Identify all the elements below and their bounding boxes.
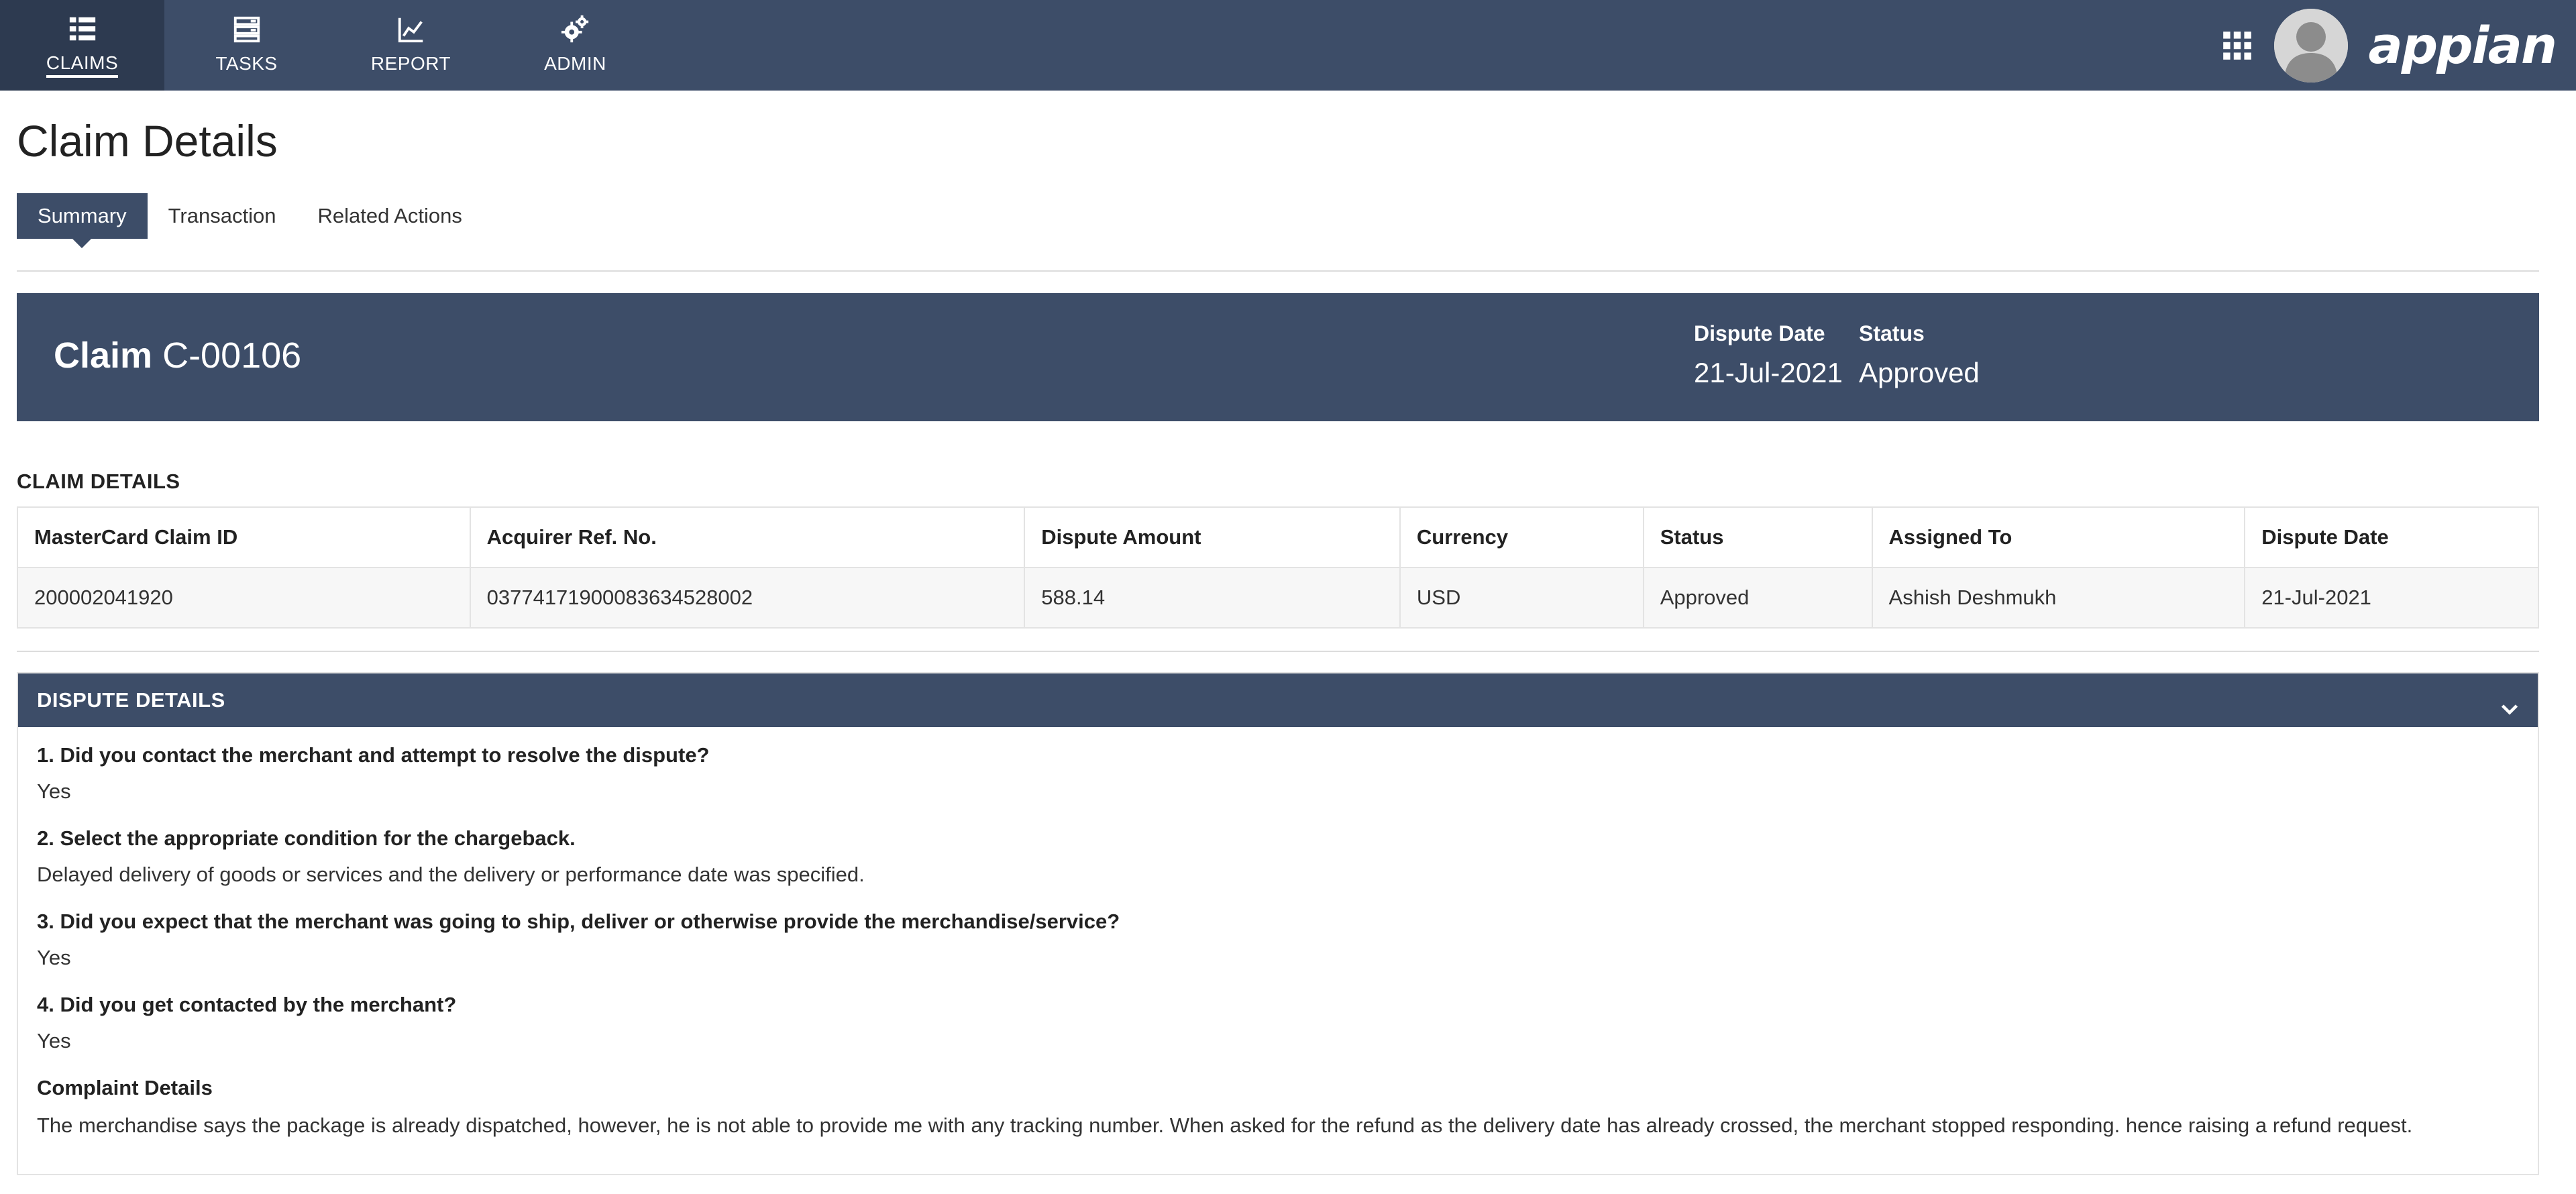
column-header: MasterCard Claim ID xyxy=(17,506,471,568)
question-3: 3. Did you expect that the merchant was … xyxy=(37,910,1120,933)
user-avatar-icon[interactable] xyxy=(2274,8,2349,83)
nav-item-label: ADMIN xyxy=(544,52,606,74)
header-divider xyxy=(17,270,2539,272)
table-cell: 21-Jul-2021 xyxy=(2244,567,2539,629)
claim-id: C-00106 xyxy=(162,335,302,376)
dispute-details-title: DISPUTE DETAILS xyxy=(37,688,225,712)
table-cell: Ashish Deshmukh xyxy=(1871,567,2246,629)
dispute-details-header[interactable]: DISPUTE DETAILS xyxy=(18,673,2538,727)
dispute-details-panel: DISPUTE DETAILS 1. Did you contact the m… xyxy=(17,672,2539,1175)
answer-2: Delayed delivery of goods or services an… xyxy=(37,863,865,886)
column-header: Assigned To xyxy=(1871,506,2246,568)
table-cell: Approved xyxy=(1642,567,1873,629)
table-header-row: MasterCard Claim ID Acquirer Ref. No. Di… xyxy=(17,506,2539,568)
claim-details-heading: CLAIM DETAILS xyxy=(17,470,180,493)
banner-status: Status Approved xyxy=(1859,320,1980,391)
nav-item-tasks[interactable]: TASKS xyxy=(164,0,329,91)
table-cell: 03774171900083634528002 xyxy=(469,567,1026,629)
column-header: Dispute Amount xyxy=(1024,506,1401,568)
table-divider xyxy=(17,651,2539,652)
answer-3: Yes xyxy=(37,946,71,969)
complaint-details-text: The merchandise says the package is alre… xyxy=(37,1114,2413,1137)
nav-right-area: appian xyxy=(2220,0,2576,91)
claim-banner: Claim C-00106 Dispute Date 21-Jul-2021 S… xyxy=(17,293,2539,421)
question-4: 4. Did you get contacted by the merchant… xyxy=(37,993,457,1016)
top-navigation-bar: CLAIMS TASKS REPORT ADMIN appian xyxy=(0,0,2576,91)
list-icon xyxy=(67,13,98,44)
claim-keyword: Claim xyxy=(54,335,153,376)
dispute-date-value: 21-Jul-2021 xyxy=(1694,357,1843,388)
answer-1: Yes xyxy=(37,779,71,803)
nav-item-claims[interactable]: CLAIMS xyxy=(0,0,164,91)
tab-summary[interactable]: Summary xyxy=(17,193,148,248)
claim-details-table: MasterCard Claim ID Acquirer Ref. No. Di… xyxy=(17,506,2539,629)
nav-item-admin[interactable]: ADMIN xyxy=(493,0,657,91)
column-header: Status xyxy=(1642,506,1873,568)
dispute-date-label: Dispute Date xyxy=(1694,321,1825,345)
column-header: Dispute Date xyxy=(2244,506,2539,568)
nav-item-label: TASKS xyxy=(215,52,278,74)
tab-related-actions[interactable]: Related Actions xyxy=(297,193,482,239)
table-cell: USD xyxy=(1399,567,1644,629)
question-1: 1. Did you contact the merchant and atte… xyxy=(37,743,710,767)
table-cell: 588.14 xyxy=(1024,567,1401,629)
nav-item-label: REPORT xyxy=(370,52,451,74)
status-label: Status xyxy=(1859,321,1925,345)
table-row: 200002041920 03774171900083634528002 588… xyxy=(17,567,2539,629)
complaint-details-label: Complaint Details xyxy=(37,1076,213,1099)
app-grid-icon[interactable] xyxy=(2220,29,2254,62)
admin-gears-icon xyxy=(560,14,591,45)
appian-logo: appian xyxy=(2368,15,2557,75)
answer-4: Yes xyxy=(37,1029,71,1052)
table-cell: 200002041920 xyxy=(17,567,471,629)
question-2: 2. Select the appropriate condition for … xyxy=(37,826,576,850)
nav-item-label: CLAIMS xyxy=(46,52,119,78)
banner-dispute-date: Dispute Date 21-Jul-2021 xyxy=(1694,320,1843,391)
record-tabs: Summary Transaction Related Actions xyxy=(17,193,483,248)
dispute-details-body: 1. Did you contact the merchant and atte… xyxy=(18,727,2538,1140)
column-header: Acquirer Ref. No. xyxy=(469,506,1026,568)
chevron-down-icon[interactable] xyxy=(2498,688,2522,715)
status-value: Approved xyxy=(1859,357,1980,388)
claim-title: Claim C-00106 xyxy=(54,333,301,378)
report-chart-icon xyxy=(396,14,427,45)
nav-item-report[interactable]: REPORT xyxy=(329,0,493,91)
column-header: Currency xyxy=(1399,506,1644,568)
page-title: Claim Details xyxy=(17,116,278,166)
tasks-icon xyxy=(231,14,262,45)
tab-transaction[interactable]: Transaction xyxy=(148,193,297,239)
